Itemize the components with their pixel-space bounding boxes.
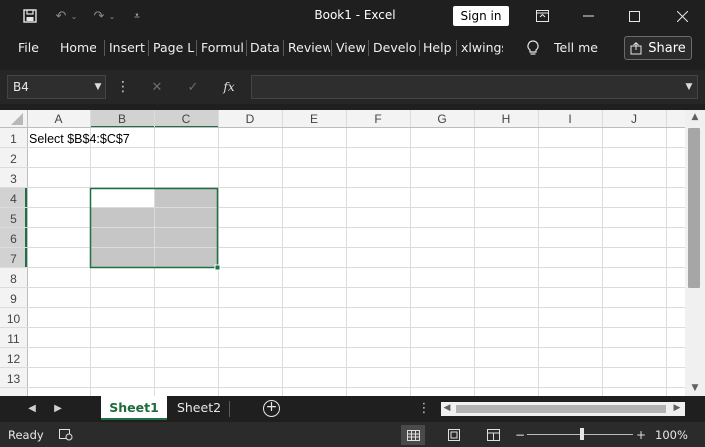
tab-separator	[196, 40, 197, 56]
tab-view[interactable]: View	[336, 32, 366, 64]
lightbulb-icon[interactable]	[522, 37, 544, 59]
row-header-11[interactable]: 11	[7, 332, 20, 346]
grid-canvas[interactable]: A B C D E F G H I J12345678910111213Select $B$4:$…	[0, 110, 685, 396]
redo-dropdown-icon[interactable]: ⌄	[106, 5, 118, 27]
add-sheet-icon[interactable]: +	[263, 400, 280, 417]
zoom-level[interactable]: 100%	[655, 428, 688, 442]
insert-function-icon[interactable]: fx	[218, 76, 240, 98]
tab-home[interactable]: Home	[60, 32, 96, 64]
tab-separator	[456, 40, 457, 56]
undo-dropdown-icon[interactable]: ⌄	[68, 5, 80, 27]
column-header-h[interactable]: H	[502, 112, 511, 126]
scroll-up-icon[interactable]: ▲	[685, 112, 705, 122]
column-header-f[interactable]: F	[374, 112, 381, 126]
row-header-8[interactable]: 8	[10, 272, 17, 286]
document-title: Book1 - Excel	[314, 8, 396, 22]
row-header-1[interactable]: 1	[10, 132, 17, 146]
tab-separator	[283, 40, 284, 56]
vertical-scroll-thumb[interactable]	[688, 128, 700, 288]
tab-developer[interactable]: Develo	[373, 32, 419, 64]
normal-view-icon[interactable]	[401, 425, 425, 445]
column-header-g[interactable]: G	[437, 112, 446, 126]
tab-page-layout[interactable]: Page L	[153, 32, 195, 64]
formula-input[interactable]	[251, 75, 698, 99]
tab-separator	[246, 40, 247, 56]
row-header-4[interactable]: 4	[10, 192, 17, 206]
page-layout-view-icon[interactable]	[443, 425, 465, 445]
share-label: Share	[648, 40, 686, 56]
worksheet-grid[interactable]: A B C D E F G H I J 1 2 3 4 5 6 7 8 9 10 11 12 13 Select $B$4:$…	[0, 110, 685, 396]
row-header-2[interactable]: 2	[10, 152, 17, 166]
enter-icon[interactable]: ✓	[182, 76, 204, 98]
share-icon	[630, 41, 642, 54]
ribbon-display-options-icon[interactable]	[519, 0, 565, 32]
cell-a1[interactable]: Select $B$4:$C$7	[29, 132, 130, 146]
tab-separator	[368, 40, 369, 56]
customize-qat-icon[interactable]: ⩡	[126, 5, 148, 27]
column-header-i[interactable]: I	[568, 112, 571, 126]
prev-sheet-icon[interactable]: ◀	[22, 396, 42, 422]
column-header-e[interactable]: E	[310, 112, 318, 126]
save-icon[interactable]	[19, 5, 41, 27]
row-header-13[interactable]: 13	[7, 372, 21, 386]
row-header-7[interactable]: 7	[10, 252, 17, 266]
close-icon[interactable]	[659, 0, 705, 32]
active-cell[interactable]	[90, 188, 154, 208]
row-header-9[interactable]: 9	[10, 292, 17, 306]
column-header-b[interactable]: B	[118, 112, 126, 126]
tab-review[interactable]: Review	[288, 32, 330, 64]
name-box-dropdown-icon[interactable]: ▼	[92, 78, 104, 96]
share-button[interactable]: Share	[624, 36, 692, 60]
maximize-icon[interactable]	[611, 0, 657, 32]
sign-in-button[interactable]: Sign in	[453, 6, 509, 26]
tell-me-search[interactable]: Tell me	[554, 32, 606, 64]
tab-separator	[331, 40, 332, 56]
zoom-in-icon[interactable]: +	[630, 425, 652, 445]
accessibility-icon[interactable]	[55, 425, 77, 445]
page-break-view-icon[interactable]	[482, 425, 504, 445]
tab-file[interactable]: File	[18, 32, 40, 64]
tab-help[interactable]: Help	[423, 32, 453, 64]
column-header-a[interactable]: A	[54, 112, 62, 126]
minimize-icon[interactable]	[565, 0, 611, 32]
more-options-icon[interactable]: ⋮	[112, 76, 134, 98]
tab-separator	[104, 40, 105, 56]
status-ready: Ready	[8, 428, 44, 442]
scroll-left-icon[interactable]: ◀	[440, 403, 454, 413]
scroll-down-icon[interactable]: ▼	[685, 383, 705, 393]
tab-separator	[229, 401, 230, 417]
row-header-5[interactable]: 5	[10, 212, 17, 226]
zoom-slider-thumb[interactable]	[580, 428, 584, 440]
tab-xlwings[interactable]: xlwings	[461, 32, 503, 64]
tab-separator	[419, 40, 420, 56]
row-header-10[interactable]: 10	[7, 312, 21, 326]
row-header-12[interactable]: 12	[7, 352, 21, 366]
fill-handle[interactable]	[214, 264, 221, 271]
sheet-options-icon[interactable]: ⋮	[414, 396, 434, 422]
row-header-6[interactable]: 6	[10, 232, 17, 246]
sheet-tab-sheet2[interactable]: Sheet2	[170, 396, 228, 420]
cancel-icon[interactable]: ✕	[146, 76, 168, 98]
tab-data[interactable]: Data	[250, 32, 280, 64]
column-header-c[interactable]: C	[182, 112, 191, 126]
tab-formulas[interactable]: Formul	[201, 32, 245, 64]
expand-formula-bar-icon[interactable]: ▼	[682, 78, 696, 96]
horizontal-scroll-thumb[interactable]	[456, 405, 666, 413]
row-header-3[interactable]: 3	[10, 172, 17, 186]
zoom-out-icon[interactable]: −	[509, 425, 531, 445]
column-header-j[interactable]: J	[631, 112, 637, 126]
scroll-right-icon[interactable]: ▶	[670, 403, 684, 413]
sheet-tab-sheet1[interactable]: Sheet1	[101, 396, 167, 420]
tab-separator	[148, 40, 149, 56]
column-header-d[interactable]: D	[246, 112, 255, 126]
next-sheet-icon[interactable]: ▶	[48, 396, 68, 422]
tab-insert[interactable]: Insert	[109, 32, 145, 64]
